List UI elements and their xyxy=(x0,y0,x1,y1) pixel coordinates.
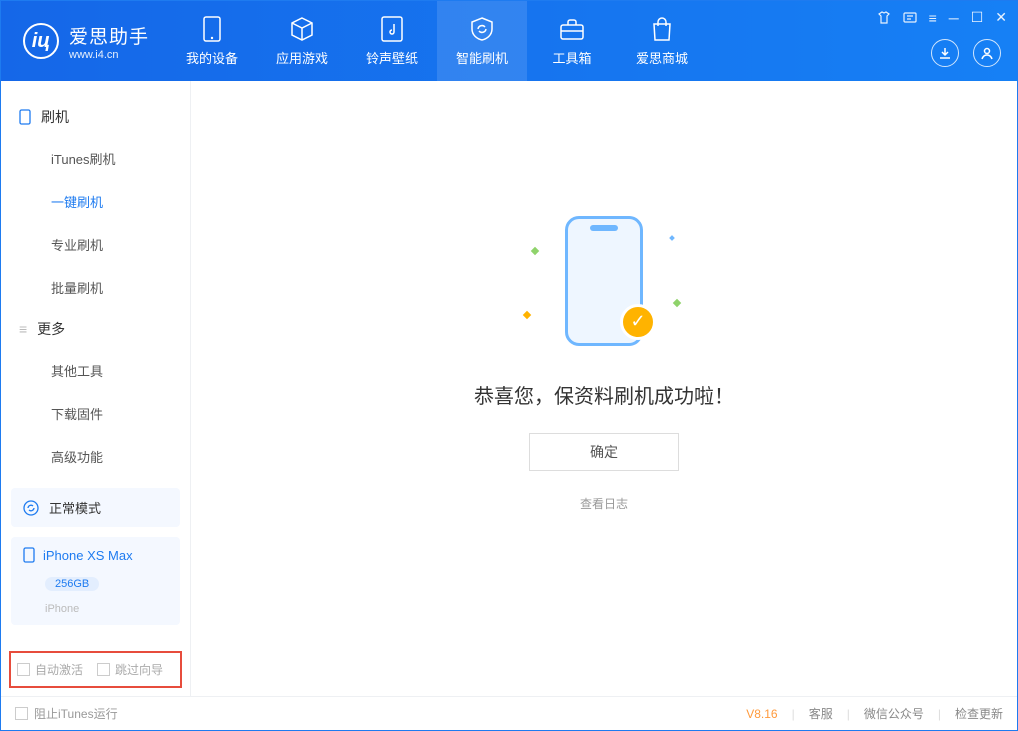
sidebar-item-oneclick-flash[interactable]: 一键刷机 xyxy=(1,180,190,223)
footer-link-support[interactable]: 客服 xyxy=(809,705,833,722)
nav-label: 应用游戏 xyxy=(276,48,328,67)
maximize-button[interactable]: ☐ xyxy=(971,9,984,26)
nav-store[interactable]: 爱思商城 xyxy=(617,1,707,81)
nav-label: 爱思商城 xyxy=(636,48,688,67)
toolbox-icon xyxy=(559,16,585,42)
device-capacity: 256GB xyxy=(45,577,99,591)
check-icon: ✓ xyxy=(620,304,656,340)
status-bar: 阻止iTunes运行 V8.16 | 客服 | 微信公众号 | 检查更新 xyxy=(1,696,1017,730)
refresh-shield-icon xyxy=(469,16,495,42)
phone-small-icon xyxy=(19,109,31,125)
sidebar: 刷机 iTunes刷机 一键刷机 专业刷机 批量刷机 ≡ 更多 其他工具 下载固… xyxy=(1,81,191,696)
nav-my-device[interactable]: 我的设备 xyxy=(167,1,257,81)
logo: iц 爱思助手 www.i4.cn xyxy=(1,22,167,61)
device-panel: 正常模式 iPhone XS Max 256GB iPhone xyxy=(1,478,190,645)
bag-icon xyxy=(649,16,675,42)
device-mode-label: 正常模式 xyxy=(49,498,101,517)
success-message: 恭喜您，保资料刷机成功啦！ xyxy=(474,380,734,409)
sidebar-group-flash: 刷机 xyxy=(1,97,190,137)
nav-toolbox[interactable]: 工具箱 xyxy=(527,1,617,81)
sidebar-group-more: ≡ 更多 xyxy=(1,309,190,349)
app-url: www.i4.cn xyxy=(69,49,149,61)
header-actions xyxy=(931,39,1001,67)
top-nav: 我的设备 应用游戏 铃声壁纸 智能刷机 工具箱 爱思商城 xyxy=(167,1,707,81)
cube-icon xyxy=(289,16,315,42)
device-card[interactable]: iPhone XS Max 256GB iPhone xyxy=(11,537,180,625)
sidebar-item-itunes-flash[interactable]: iTunes刷机 xyxy=(1,137,190,180)
device-mode-card[interactable]: 正常模式 xyxy=(11,488,180,527)
auto-activate-checkbox[interactable]: 自动激活 xyxy=(17,661,83,678)
sidebar-item-advanced[interactable]: 高级功能 xyxy=(1,435,190,478)
nav-label: 铃声壁纸 xyxy=(366,48,418,67)
sync-icon xyxy=(23,500,39,516)
sidebar-item-pro-flash[interactable]: 专业刷机 xyxy=(1,223,190,266)
device-name: iPhone XS Max xyxy=(43,548,133,563)
nav-label: 我的设备 xyxy=(186,48,238,67)
version-label: V8.16 xyxy=(746,707,777,721)
sidebar-item-download-firmware[interactable]: 下载固件 xyxy=(1,392,190,435)
view-log-link[interactable]: 查看日志 xyxy=(580,495,628,512)
list-icon: ≡ xyxy=(19,321,27,337)
logo-icon: iц xyxy=(23,23,59,59)
nav-smart-flash[interactable]: 智能刷机 xyxy=(437,1,527,81)
user-icon[interactable] xyxy=(973,39,1001,67)
menu-icon[interactable]: ≡ xyxy=(929,10,937,26)
phone-outline-icon xyxy=(23,547,35,563)
download-icon[interactable] xyxy=(931,39,959,67)
block-itunes-checkbox[interactable]: 阻止iTunes运行 xyxy=(15,705,118,722)
nav-label: 工具箱 xyxy=(553,48,592,67)
skip-guide-checkbox[interactable]: 跳过向导 xyxy=(97,661,163,678)
minimize-button[interactable]: ─ xyxy=(949,10,959,26)
feedback-icon[interactable] xyxy=(903,11,917,25)
app-name: 爱思助手 xyxy=(69,22,149,49)
nav-apps-games[interactable]: 应用游戏 xyxy=(257,1,347,81)
app-header: iц 爱思助手 www.i4.cn 我的设备 应用游戏 铃声壁纸 智能刷机 工具… xyxy=(1,1,1017,81)
footer-link-wechat[interactable]: 微信公众号 xyxy=(864,705,924,722)
phone-icon xyxy=(199,16,225,42)
main-content: ✓ 恭喜您，保资料刷机成功啦！ 确定 查看日志 xyxy=(191,81,1017,696)
window-controls: ≡ ─ ☐ ✕ xyxy=(877,9,1007,26)
music-file-icon xyxy=(379,16,405,42)
shirt-icon[interactable] xyxy=(877,11,891,25)
sidebar-item-batch-flash[interactable]: 批量刷机 xyxy=(1,266,190,309)
flash-options-highlight: 自动激活 跳过向导 xyxy=(9,651,182,688)
sidebar-item-other-tools[interactable]: 其他工具 xyxy=(1,349,190,392)
device-type: iPhone xyxy=(45,603,79,615)
close-button[interactable]: ✕ xyxy=(995,9,1007,26)
success-illustration: ✓ xyxy=(514,206,694,356)
nav-label: 智能刷机 xyxy=(456,48,508,67)
footer-link-update[interactable]: 检查更新 xyxy=(955,705,1003,722)
ok-button[interactable]: 确定 xyxy=(529,433,679,471)
nav-ringtone-wallpaper[interactable]: 铃声壁纸 xyxy=(347,1,437,81)
